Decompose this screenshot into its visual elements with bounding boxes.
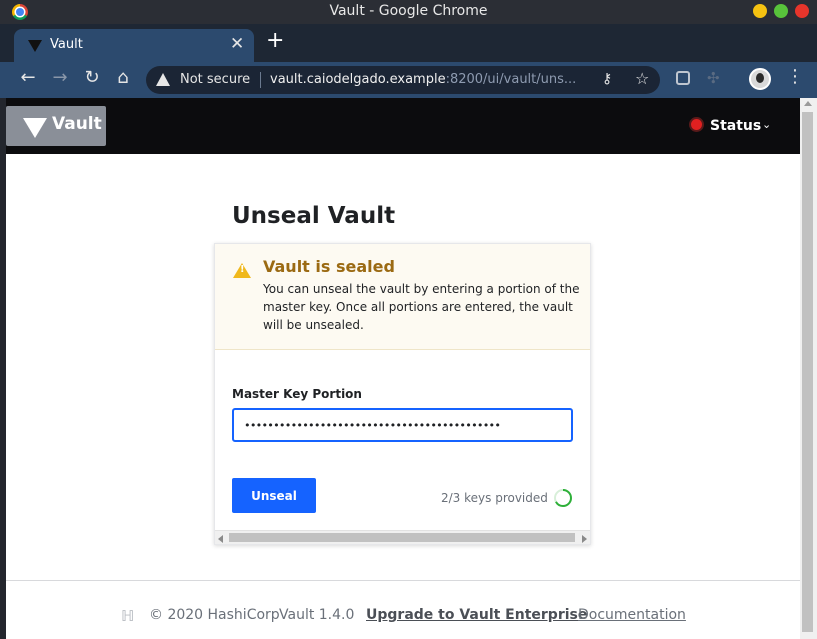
home-icon[interactable]: ⌂ (111, 67, 135, 88)
new-tab-button[interactable]: + (266, 30, 284, 52)
security-label[interactable]: Not secure (180, 72, 250, 87)
profile-avatar[interactable] (749, 68, 771, 90)
vault-home-link[interactable]: Vault (6, 106, 106, 146)
sealed-alert: Vault is sealed You can unseal the vault… (215, 244, 590, 350)
unseal-button[interactable]: Unseal (232, 478, 316, 513)
browser-toolbar: ← → ↻ ⌂ Not secure vault.caiodelgado.exa… (0, 62, 817, 98)
extension-icon[interactable] (676, 71, 690, 85)
warning-triangle-icon (233, 263, 251, 278)
maximize-button[interactable] (774, 4, 788, 18)
page-title: Unseal Vault (232, 203, 396, 229)
chevron-down-icon[interactable]: ⌄ (762, 118, 771, 131)
scrollbar-thumb[interactable] (802, 112, 813, 632)
vertical-scrollbar[interactable] (800, 98, 817, 639)
scrollbar-thumb[interactable] (229, 533, 575, 542)
status-menu[interactable]: Status (710, 118, 761, 134)
page-footer: ℍ © 2020 HashiCorp Vault 1.4.0 Upgrade t… (6, 606, 800, 626)
close-window-button[interactable] (795, 4, 809, 18)
alert-message: You can unseal the vault by entering a p… (263, 282, 580, 332)
footer-divider (6, 580, 800, 581)
tab-title: Vault (50, 37, 83, 52)
vault-logo-text: Vault (52, 114, 102, 134)
warning-icon[interactable] (156, 73, 170, 86)
progress-ring-icon (554, 489, 572, 507)
tab-close-icon[interactable]: ✕ (230, 34, 244, 54)
master-key-label: Master Key Portion (232, 387, 362, 401)
status-indicator-icon (691, 119, 702, 130)
alert-title: Vault is sealed (263, 257, 395, 276)
address-bar[interactable]: Not secure vault.caiodelgado.example:820… (146, 66, 660, 94)
tab-strip: Vault ✕ + (0, 24, 817, 62)
copyright-text: © 2020 HashiCorp (149, 607, 280, 623)
bookmark-star-icon[interactable]: ☆ (635, 69, 649, 88)
page-viewport: Vault Status ⌄ Unseal Vault Vault is sea… (6, 98, 800, 639)
vault-header: Vault Status ⌄ (6, 98, 800, 154)
vault-logo-icon (23, 118, 47, 138)
scroll-up-icon[interactable] (804, 101, 812, 106)
divider (260, 72, 261, 88)
tab-vault[interactable]: Vault ✕ (14, 29, 254, 62)
upgrade-link[interactable]: Upgrade to Vault Enterprise (366, 607, 587, 623)
browser-window: Vault - Google Chrome Vault ✕ + ← → ↻ ⌂ … (0, 0, 817, 639)
url-path: :8200/ui/vault/uns... (445, 72, 577, 87)
reload-icon[interactable]: ↻ (80, 67, 104, 88)
scroll-left-icon[interactable] (218, 535, 223, 543)
unseal-card: Vault is sealed You can unseal the vault… (214, 243, 591, 545)
version-text: Vault 1.4.0 (279, 607, 355, 623)
documentation-link[interactable]: Documentation (578, 607, 686, 623)
forward-icon[interactable]: → (48, 67, 72, 88)
menu-dots-icon[interactable]: ⋮ (786, 66, 804, 87)
os-title-bar: Vault - Google Chrome (0, 0, 817, 24)
scroll-right-icon[interactable] (582, 535, 587, 543)
url-host: vault.caiodelgado.example (270, 72, 446, 87)
key-icon[interactable]: ⚷ (602, 71, 612, 87)
vault-favicon-icon (28, 40, 42, 52)
url-text[interactable]: vault.caiodelgado.example:8200/ui/vault/… (270, 72, 576, 87)
keys-progress-text: 2/3 keys provided (441, 491, 548, 505)
minimize-button[interactable] (753, 4, 767, 18)
horizontal-scrollbar[interactable] (215, 530, 590, 544)
master-key-input[interactable] (232, 408, 573, 442)
hashicorp-logo-icon: ℍ (121, 607, 135, 625)
window-title: Vault - Google Chrome (329, 3, 488, 19)
back-icon[interactable]: ← (16, 67, 40, 88)
extension-puzzle-icon[interactable]: ✣ (707, 69, 720, 87)
